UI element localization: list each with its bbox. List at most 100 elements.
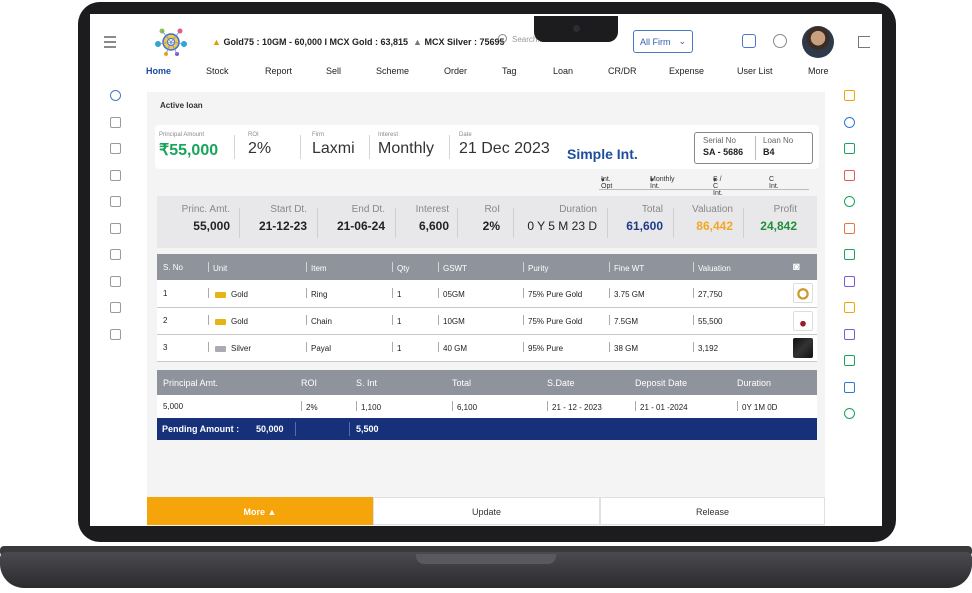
nav-report[interactable]: Report — [265, 66, 292, 76]
stat-start-label: Start Dt. — [270, 204, 307, 215]
c-int-label: C Int. — [769, 176, 779, 190]
rail-table-icon[interactable] — [844, 381, 855, 393]
action-footer: More ▲ Update Release — [147, 497, 825, 525]
cell-sno: 1 — [157, 280, 202, 308]
nav-user-list[interactable]: User List — [737, 66, 773, 76]
home-icon[interactable] — [773, 34, 787, 48]
rail-money-icon[interactable] — [844, 355, 855, 366]
rail-cart-icon[interactable] — [844, 143, 855, 154]
rail-document-icon[interactable] — [844, 275, 855, 287]
nav-scheme[interactable]: Scheme — [376, 66, 409, 76]
avatar[interactable] — [802, 26, 834, 58]
sidebar-transfer-icon[interactable] — [110, 275, 121, 287]
translate-icon[interactable] — [742, 34, 756, 48]
sidebar-report-icon[interactable] — [110, 328, 121, 340]
more-button[interactable]: More ▲ — [147, 497, 373, 525]
firm-select[interactable]: All Firm ⌄ — [633, 30, 693, 53]
item-photo[interactable] — [787, 280, 817, 308]
rail-file-icon[interactable] — [844, 302, 855, 313]
rail-coin-icon[interactable] — [844, 196, 855, 207]
rail-invoice-icon[interactable] — [844, 222, 855, 234]
roi-field: ROI 2% — [248, 132, 271, 158]
loan-header-row: Principal Amt. ROI S. Int Total S.Date D… — [157, 370, 817, 395]
sidebar-home-icon[interactable] — [110, 90, 121, 101]
serial-no: Serial No SA - 5686 — [703, 136, 743, 157]
roi-label: ROI — [248, 132, 259, 138]
nav-more[interactable]: More — [808, 66, 829, 76]
stat-valuation-value: 86,442 — [696, 219, 733, 233]
more-label: More — [243, 507, 266, 517]
ticker-gold75: Gold75 : 10GM - 60,000 — [223, 37, 322, 47]
release-button[interactable]: Release — [600, 497, 825, 525]
cell-sno: 2 — [157, 307, 202, 335]
monthly-int-label: Monthly Int. — [650, 176, 675, 190]
table-row[interactable]: 2 Gold Chain 1 10GM 75% Pure Gold 7.5GM … — [157, 307, 817, 335]
stat-total-value: 61,600 — [626, 219, 663, 233]
rail-ledger-icon[interactable] — [844, 249, 855, 260]
nav-sell[interactable]: Sell — [326, 66, 341, 76]
camera-icon[interactable]: ◙ — [787, 254, 817, 280]
item-photo[interactable] — [787, 307, 817, 335]
col-sint: S. Int — [350, 370, 446, 395]
sidebar-clipboard-icon[interactable] — [110, 116, 121, 128]
principal-field: Principal Amount ₹55,000 — [159, 132, 218, 160]
items-header-row: S. No Unit Item Qty GSWT Purity Fine WT … — [157, 254, 817, 280]
logout-icon[interactable] — [858, 36, 870, 48]
monthly-int-dropdown[interactable]: Monthly Int. ▾ — [650, 176, 675, 190]
sidebar-box-icon[interactable] — [110, 222, 121, 234]
int-opt-dropdown[interactable]: Int. Opt ▾ — [601, 176, 612, 190]
rail-settings-icon[interactable] — [844, 116, 855, 128]
cell-valuation: 27,750 — [687, 280, 787, 308]
cell-item-text: Chain — [311, 317, 332, 326]
left-sidebar — [110, 90, 126, 355]
stat-princ-value: 55,000 — [193, 219, 230, 233]
sidebar-list-icon[interactable] — [110, 169, 121, 181]
rail-chart-icon[interactable] — [844, 328, 855, 340]
cell-qty: 1 — [386, 280, 432, 308]
rail-store-icon[interactable] — [844, 90, 855, 101]
rail-clock-icon[interactable] — [844, 408, 855, 419]
cell-total-text: 6,100 — [457, 403, 478, 412]
gold-bar-icon: ▲ — [212, 37, 221, 47]
loan-detail-table: Principal Amt. ROI S. Int Total S.Date D… — [157, 370, 817, 418]
nav-tag[interactable]: Tag — [502, 66, 517, 76]
cell-item-text: Ring — [311, 289, 328, 299]
cell-sdate-text: 21 - 12 - 2023 — [552, 403, 602, 412]
sidebar-barcode-icon[interactable] — [110, 143, 121, 154]
cell-sint: 1,100 — [350, 395, 446, 418]
stat-start: Start Dt. 21-12-23 — [255, 204, 307, 233]
nav-stock[interactable]: Stock — [206, 66, 229, 76]
cell-deposit-text: 21 - 01 -2024 — [640, 403, 688, 412]
right-sidebar — [844, 90, 860, 435]
nav-order[interactable]: Order — [444, 66, 467, 76]
item-photo[interactable] — [787, 334, 817, 362]
sidebar-tag-icon[interactable] — [110, 302, 121, 313]
table-row[interactable]: 1 Gold Ring 1 05GM 75% Pure Gold 3.75 GM… — [157, 280, 817, 308]
app-logo[interactable] — [152, 26, 190, 58]
loan-value: B4 — [763, 147, 775, 157]
sidebar-hand-icon[interactable] — [110, 249, 121, 260]
nav-home[interactable]: Home — [146, 66, 171, 76]
col-valuation-label: Valuation — [698, 263, 731, 273]
firm-value: Laxmi — [312, 140, 355, 157]
rail-clipboard-icon[interactable] — [844, 169, 855, 181]
cell-gswt-text: 40 GM — [443, 344, 468, 353]
nav-expense[interactable]: Expense — [669, 66, 704, 76]
table-row[interactable]: 3 Silver Payal 1 40 GM 95% Pure 38 GM 3,… — [157, 334, 817, 362]
firm-select-value: All Firm — [640, 37, 671, 47]
stat-roi: RoI 2% — [475, 204, 500, 233]
pending-amount-bar: Pending Amount : 50,000 5,500 — [157, 418, 817, 440]
sidebar-grid-icon[interactable] — [110, 196, 121, 207]
stat-duration: Duration 0 Y 5 M 23 D — [519, 204, 597, 233]
update-button[interactable]: Update — [373, 497, 600, 525]
nav-loan[interactable]: Loan — [553, 66, 573, 76]
menu-icon[interactable] — [104, 36, 116, 48]
col-purity-label: Purity — [528, 263, 549, 273]
cell-valuation-text: 27,750 — [698, 289, 723, 299]
cell-fine: 7.5GM — [603, 307, 687, 335]
table-row[interactable]: 5,000 2% 1,100 6,100 21 - 12 - 2023 21 -… — [157, 395, 817, 418]
page-title: Active loan — [160, 101, 203, 110]
chevron-up-icon: ▲ — [267, 507, 277, 517]
nav-crdr[interactable]: CR/DR — [608, 66, 637, 76]
sc-int-dropdown[interactable]: S / C Int. ▾ — [713, 176, 723, 197]
